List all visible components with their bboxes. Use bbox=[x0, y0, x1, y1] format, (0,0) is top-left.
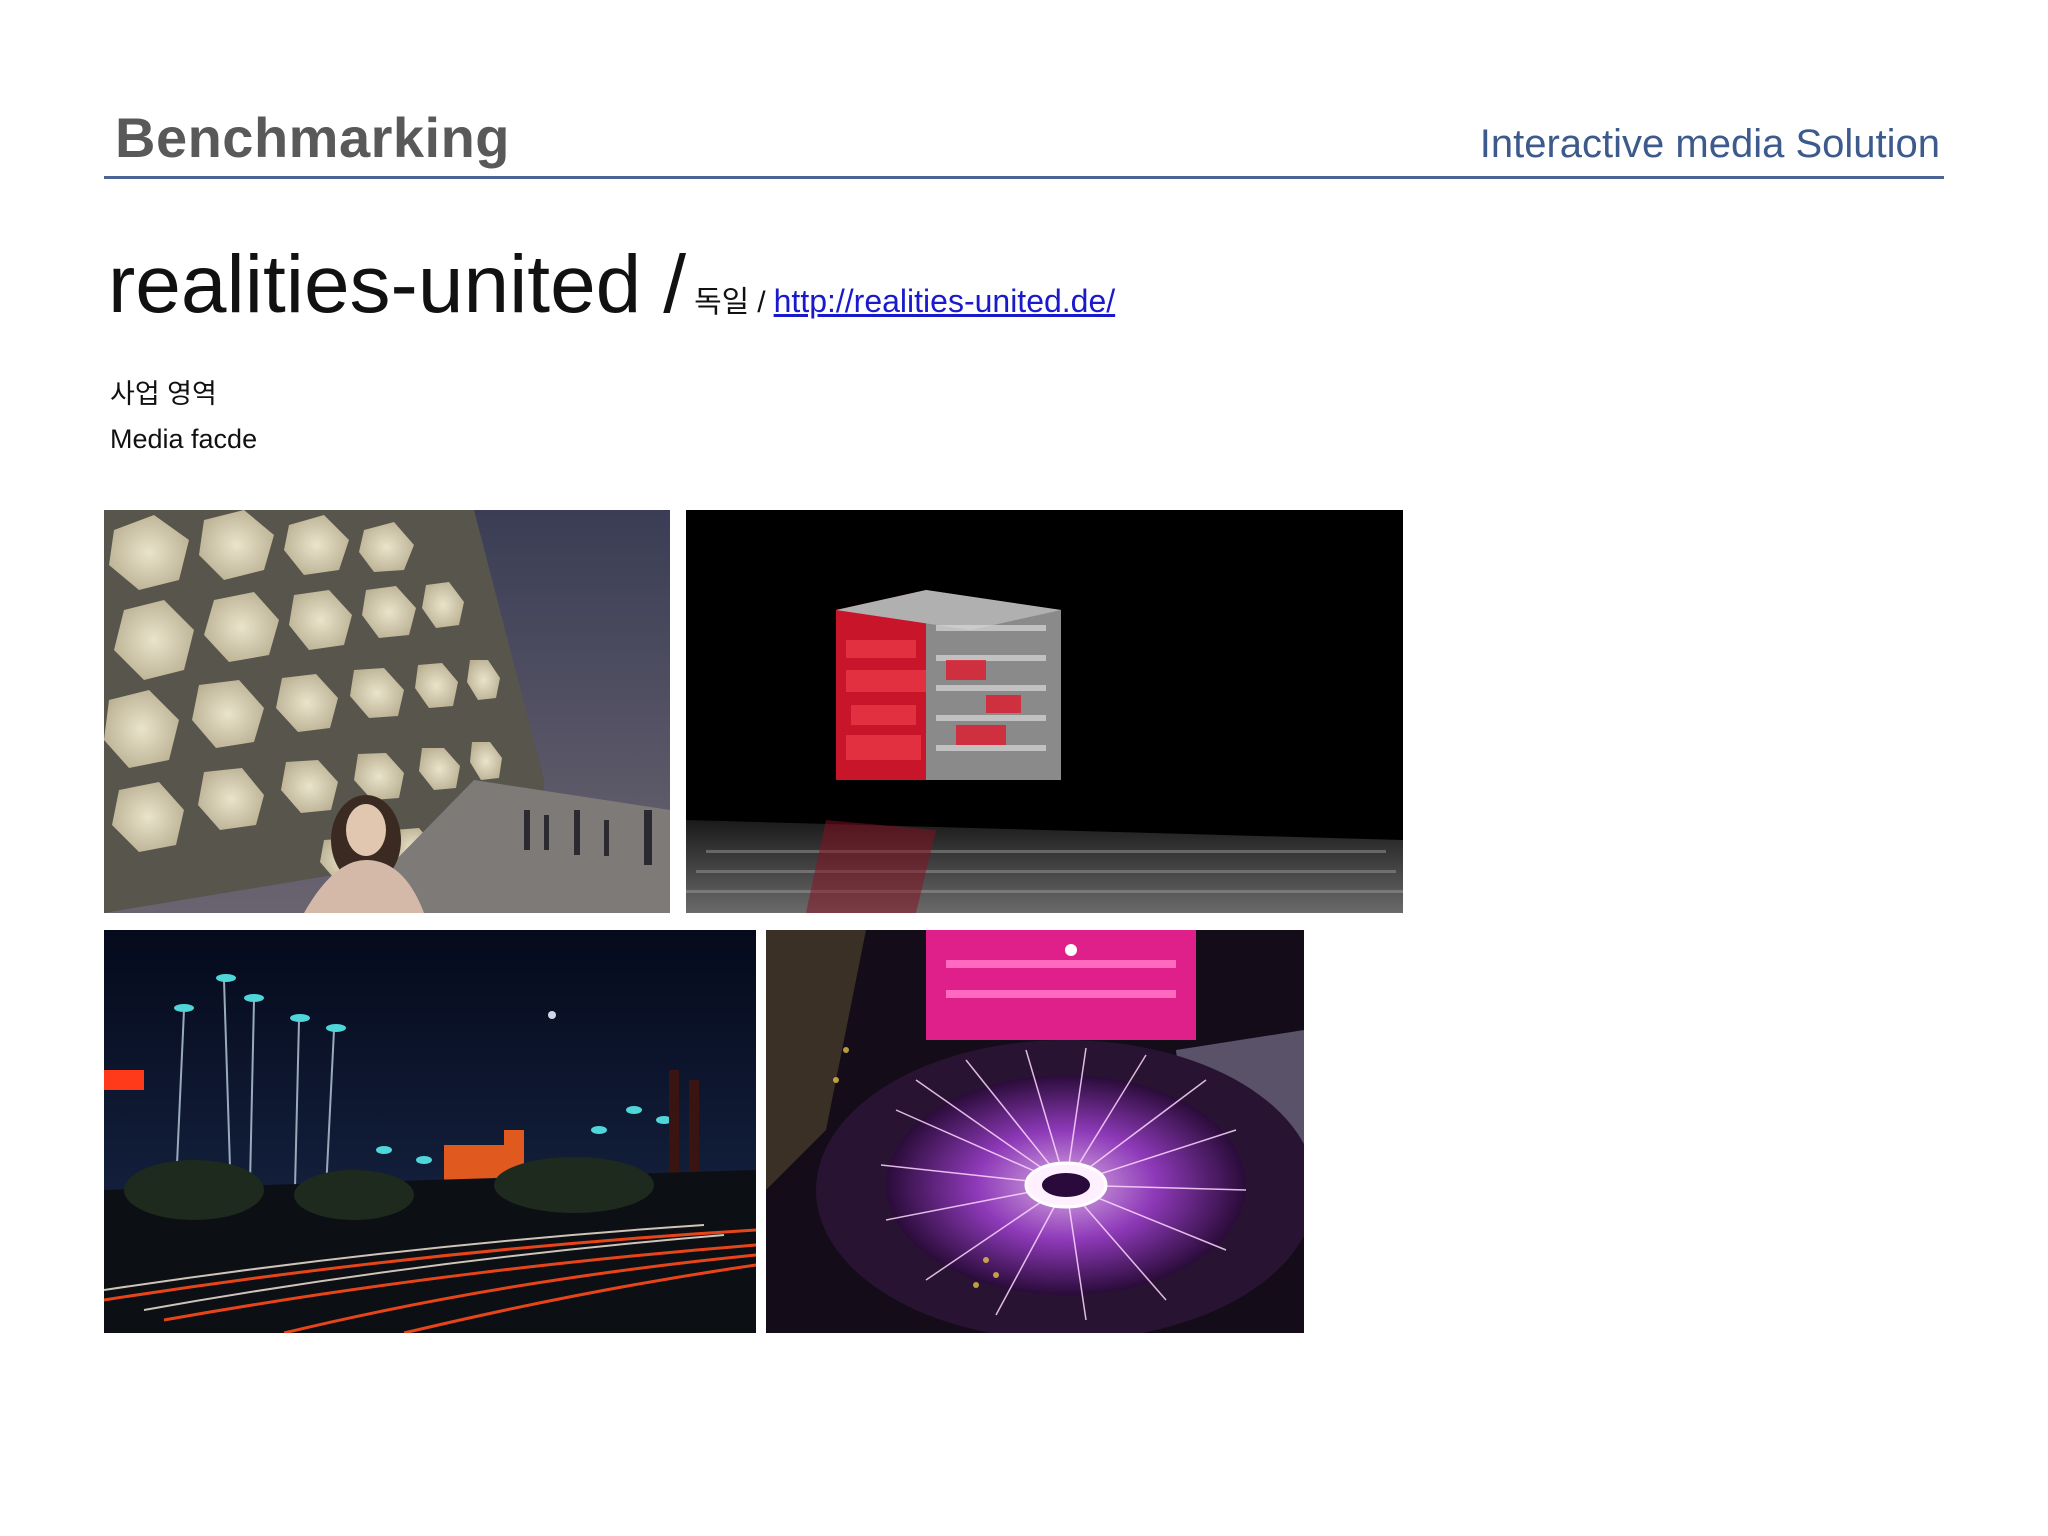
company-name: realities-united bbox=[108, 239, 642, 330]
business-area-value: Media facde bbox=[110, 424, 258, 454]
business-area-label: 사업 영역 bbox=[110, 379, 217, 409]
company-country: 독일 bbox=[694, 286, 750, 319]
page-title: Benchmarking bbox=[115, 106, 510, 169]
company-slash: / bbox=[663, 239, 687, 330]
page-subtitle: Interactive media Solution bbox=[1479, 122, 1940, 166]
photo-radial-light-crowd bbox=[766, 930, 1304, 1333]
slide: Benchmarking Interactive media Solution … bbox=[0, 0, 2048, 1536]
photo-hexagon-facade bbox=[104, 510, 670, 913]
photo-night-highway bbox=[104, 930, 756, 1333]
company-heading: realities-united / 독일 / http://realities… bbox=[108, 238, 1115, 332]
company-website-link[interactable]: http://realities-united.de/ bbox=[774, 283, 1116, 320]
header-divider bbox=[104, 176, 1944, 179]
company-separator: / bbox=[757, 286, 766, 319]
photo-red-cube-building bbox=[686, 510, 1403, 913]
